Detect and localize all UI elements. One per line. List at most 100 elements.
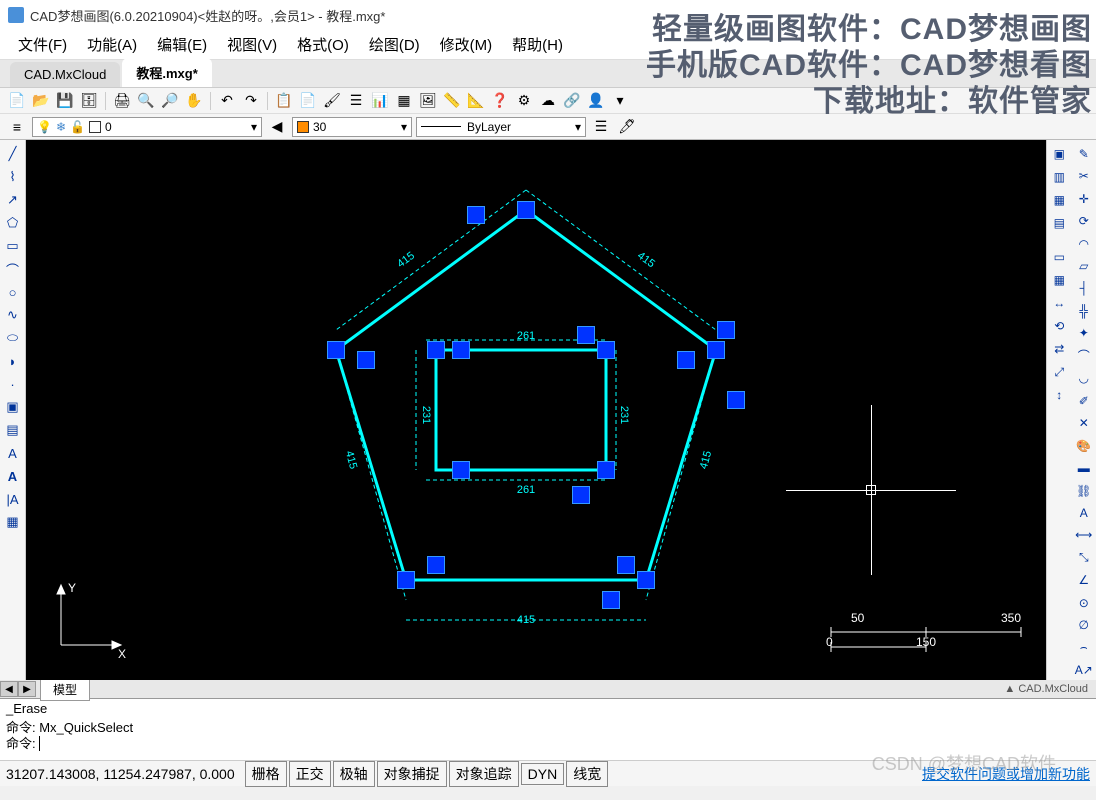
settings-icon[interactable]: ⚙ — [513, 90, 535, 112]
layer-dropdown[interactable]: 💡 ❄ 🔓 0 ▾ — [32, 117, 262, 137]
pan-icon[interactable]: ✋ — [183, 90, 205, 112]
spline-icon[interactable]: ∿ — [3, 305, 23, 325]
measure-icon[interactable]: 📏 — [441, 90, 463, 112]
rotate-icon[interactable]: ⟳ — [1074, 211, 1094, 230]
dim-icon[interactable]: 📐 — [465, 90, 487, 112]
mtext-icon[interactable]: A — [3, 466, 23, 486]
arc-trim-icon[interactable]: ⌒ — [1074, 346, 1094, 365]
share-icon[interactable]: 🔗 — [561, 90, 583, 112]
tab-tutorial[interactable]: 教程.mxg* — [122, 58, 211, 87]
break-icon[interactable]: ┤ — [1074, 279, 1094, 298]
model-tab[interactable]: 模型 — [40, 678, 90, 701]
more-icon[interactable]: ▾ — [609, 90, 631, 112]
array-tool-icon[interactable]: ▤ — [1049, 213, 1069, 233]
menu-format[interactable]: 格式(O) — [287, 30, 359, 59]
grip[interactable] — [572, 486, 590, 504]
dim-lin-icon[interactable]: ⟷ — [1074, 526, 1094, 545]
fillet-icon[interactable]: ◠ — [1074, 234, 1094, 253]
brush-icon[interactable]: 🖊 — [616, 116, 638, 138]
erase-icon[interactable]: ✎ — [1074, 144, 1094, 163]
grip[interactable] — [617, 556, 635, 574]
leader-icon[interactable]: A↗ — [1074, 660, 1094, 679]
scale-tool-icon[interactable]: ⤢ — [1049, 362, 1069, 382]
save-icon[interactable]: 💾 — [54, 90, 76, 112]
plot-icon[interactable]: 🖼 — [417, 90, 439, 112]
link-icon[interactable]: ⛓ — [1074, 481, 1094, 500]
text-icon[interactable]: A — [3, 443, 23, 463]
open-icon[interactable]: 📂 — [30, 90, 52, 112]
polyline-icon[interactable]: ⌇ — [3, 167, 23, 187]
toggle-grid[interactable]: 栅格 — [245, 761, 287, 787]
window-icon[interactable]: ▭ — [1049, 247, 1069, 267]
align-icon[interactable]: ▬ — [1074, 458, 1094, 477]
grip[interactable] — [717, 321, 735, 339]
grip[interactable] — [452, 461, 470, 479]
layers-icon[interactable]: ☰ — [345, 90, 367, 112]
toggle-lineweight[interactable]: 线宽 — [566, 761, 608, 787]
grip[interactable] — [357, 351, 375, 369]
drawing-canvas[interactable]: 415 415 415 415 415 261 261 231 231 — [26, 140, 1046, 680]
menu-edit[interactable]: 编辑(E) — [147, 30, 217, 59]
grip[interactable] — [707, 341, 725, 359]
extend-icon[interactable]: ✛ — [1074, 189, 1094, 208]
linetype-dropdown[interactable]: ByLayer ▾ — [416, 117, 586, 137]
line-icon[interactable]: ╱ — [3, 144, 23, 164]
scroll-right-icon[interactable]: ▶ — [18, 681, 36, 697]
dim-arc-icon[interactable]: ⌢ — [1074, 638, 1094, 657]
arc-ext-icon[interactable]: ◡ — [1074, 369, 1094, 388]
toggle-osnap[interactable]: 对象捕捉 — [377, 761, 447, 787]
layer-prev-icon[interactable]: ◀ — [266, 116, 288, 138]
menu-modify[interactable]: 修改(M) — [430, 30, 503, 59]
point-icon[interactable]: · — [3, 374, 23, 394]
grip[interactable] — [597, 461, 615, 479]
rotate-tool-icon[interactable]: ⟲ — [1049, 316, 1069, 336]
saveas-icon[interactable]: 🗄 — [78, 90, 100, 112]
circle-icon[interactable]: ○ — [3, 282, 23, 302]
grip[interactable] — [452, 341, 470, 359]
hatch-icon[interactable]: |A — [3, 489, 23, 509]
print-icon[interactable]: 🖨 — [111, 90, 133, 112]
grip[interactable] — [517, 201, 535, 219]
grip[interactable] — [677, 351, 695, 369]
user-icon[interactable]: 👤 — [585, 90, 607, 112]
insert-block-icon[interactable]: ▣ — [3, 397, 23, 417]
dim-align-icon[interactable]: ⤡ — [1074, 548, 1094, 567]
grip[interactable] — [397, 571, 415, 589]
delete-icon[interactable]: ✕ — [1074, 413, 1094, 432]
grip[interactable] — [327, 341, 345, 359]
dim-ang-icon[interactable]: ∠ — [1074, 571, 1094, 590]
grip[interactable] — [602, 591, 620, 609]
help-icon[interactable]: ❓ — [489, 90, 511, 112]
grip[interactable] — [467, 206, 485, 224]
match-icon[interactable]: 🖌 — [321, 90, 343, 112]
xline-icon[interactable]: ↗ — [3, 190, 23, 210]
text-edit-icon[interactable]: A — [1074, 503, 1094, 522]
menu-help[interactable]: 帮助(H) — [502, 30, 573, 59]
menu-view[interactable]: 视图(V) — [217, 30, 287, 59]
scroll-left-icon[interactable]: ◀ — [0, 681, 18, 697]
region-icon[interactable]: ▦ — [3, 512, 23, 532]
new-icon[interactable]: 📄 — [6, 90, 28, 112]
toggle-ortho[interactable]: 正交 — [289, 761, 331, 787]
toggle-polar[interactable]: 极轴 — [333, 761, 375, 787]
properties-icon[interactable]: 📊 — [369, 90, 391, 112]
grip[interactable] — [727, 391, 745, 409]
grip[interactable] — [577, 326, 595, 344]
cloud-icon[interactable]: ☁ — [537, 90, 559, 112]
tab-mxcloud[interactable]: CAD.MxCloud — [10, 62, 120, 87]
rectangle-icon[interactable]: ▭ — [3, 236, 23, 256]
grip[interactable] — [427, 556, 445, 574]
trim-icon[interactable]: ✂ — [1074, 166, 1094, 185]
zoom-in-icon[interactable]: 🔍 — [135, 90, 157, 112]
arc-icon[interactable]: ⌒ — [3, 259, 23, 279]
menu-draw[interactable]: 绘图(D) — [359, 30, 430, 59]
mirror-tool-icon[interactable]: ▥ — [1049, 167, 1069, 187]
dim-dia-icon[interactable]: ∅ — [1074, 616, 1094, 635]
cmd-prompt[interactable]: 命令: — [6, 733, 1090, 749]
explode-icon[interactable]: ✦ — [1074, 324, 1094, 343]
edit-icon[interactable]: ✐ — [1074, 391, 1094, 410]
undo-icon[interactable]: ↶ — [216, 90, 238, 112]
toggle-otrack[interactable]: 对象追踪 — [449, 761, 519, 787]
grid-icon[interactable]: ▦ — [1049, 270, 1069, 290]
flip-tool-icon[interactable]: ⇄ — [1049, 339, 1069, 359]
